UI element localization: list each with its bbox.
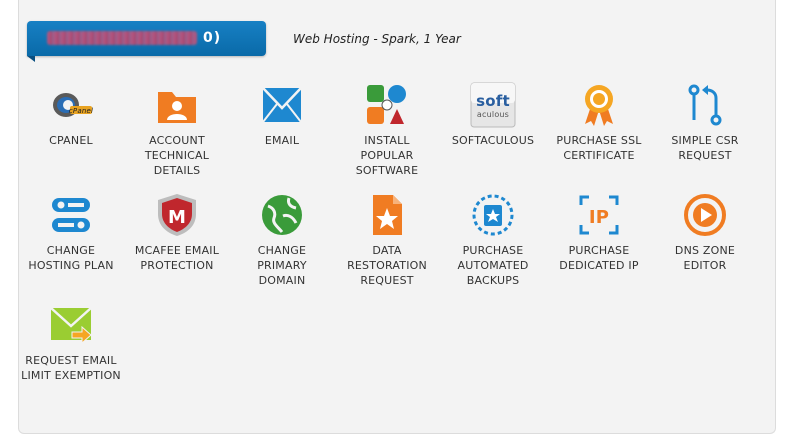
tile-cpanel[interactable]: cPanel CPANEL [21,82,121,148]
tile-data-restoration[interactable]: DATA RESTORATION REQUEST [337,192,437,288]
softaculous-logo-text: soft [476,92,510,110]
change-domain-icon [262,195,302,235]
tile-label: SOFTACULOUS [451,134,535,147]
tile-label: CPANEL [49,134,93,147]
tile-change-domain[interactable]: CHANGE PRIMARY DOMAIN [232,192,332,288]
tile-csr-request[interactable]: SIMPLE CSR REQUEST [655,82,755,163]
tile-label: CHANGE PRIMARY DOMAIN [257,244,307,287]
mcafee-logo-text: M [168,207,186,228]
csr-request-icon [688,84,722,126]
tile-dns-zone-editor[interactable]: DNS ZONE EDITOR [655,192,755,273]
account-technical-details-icon [158,92,196,123]
dns-zone-editor-icon [684,194,726,236]
tile-label: INSTALL POPULAR SOFTWARE [355,134,419,177]
tile-email[interactable]: EMAIL [232,82,332,148]
cpanel-icon: cPanel [53,93,93,117]
domain-tab[interactable]: 0) [27,21,266,62]
ssl-certificate-icon [585,85,613,126]
tile-ssl-certificate[interactable]: PURCHASE SSL CERTIFICATE [549,82,649,163]
tile-label: DNS ZONE EDITOR [674,244,736,272]
mcafee-icon: M [158,194,196,236]
automated-backups-icon [472,194,514,236]
email-icon [262,87,302,123]
tile-label: EMAIL [264,134,300,147]
ip-logo-text: IP [589,207,609,228]
tile-label: PURCHASE AUTOMATED BACKUPS [457,244,529,287]
tile-automated-backups[interactable]: PURCHASE AUTOMATED BACKUPS [443,192,543,288]
tile-label: PURCHASE SSL CERTIFICATE [556,134,642,162]
tile-label: MCAFEE EMAIL PROTECTION [134,244,220,272]
tile-softaculous[interactable]: soft aculous SOFTACULOUS [443,82,543,148]
tile-label: REQUEST EMAIL LIMIT EXEMPTION [21,354,121,382]
tile-mcafee[interactable]: M MCAFEE EMAIL PROTECTION [127,192,227,273]
softaculous-logo-subtext: aculous [477,110,509,119]
plan-label: Web Hosting - Spark, 1 Year [293,32,461,46]
tile-label: CHANGE HOSTING PLAN [28,244,114,272]
change-hosting-plan-icon [52,198,90,232]
data-restoration-icon [373,195,402,235]
email-limit-icon [50,307,92,345]
tile-label: PURCHASE DEDICATED IP [559,244,639,272]
softaculous-icon: soft aculous [470,82,516,128]
tile-label: SIMPLE CSR REQUEST [671,134,739,162]
redacted-domain [47,31,197,45]
tile-change-hosting-plan[interactable]: CHANGE HOSTING PLAN [21,192,121,273]
hosting-panel: 0) Web Hosting - Spark, 1 Year cPanel CP… [18,0,776,434]
domain-suffix: 0) [203,30,222,46]
tile-label: DATA RESTORATION REQUEST [347,244,427,287]
tile-account-technical-details[interactable]: ACCOUNT TECHNICAL DETAILS [127,82,227,178]
install-software-icon [367,85,406,124]
tile-dedicated-ip[interactable]: IP PURCHASE DEDICATED IP [549,192,649,273]
tab-fold [27,56,35,62]
tile-install-software[interactable]: INSTALL POPULAR SOFTWARE [337,82,437,178]
dedicated-ip-icon: IP [579,195,619,235]
tile-email-limit-exemption[interactable]: REQUEST EMAIL LIMIT EXEMPTION [21,302,121,383]
svg-text:cPanel: cPanel [69,107,93,115]
tile-label: ACCOUNT TECHNICAL DETAILS [144,134,210,177]
